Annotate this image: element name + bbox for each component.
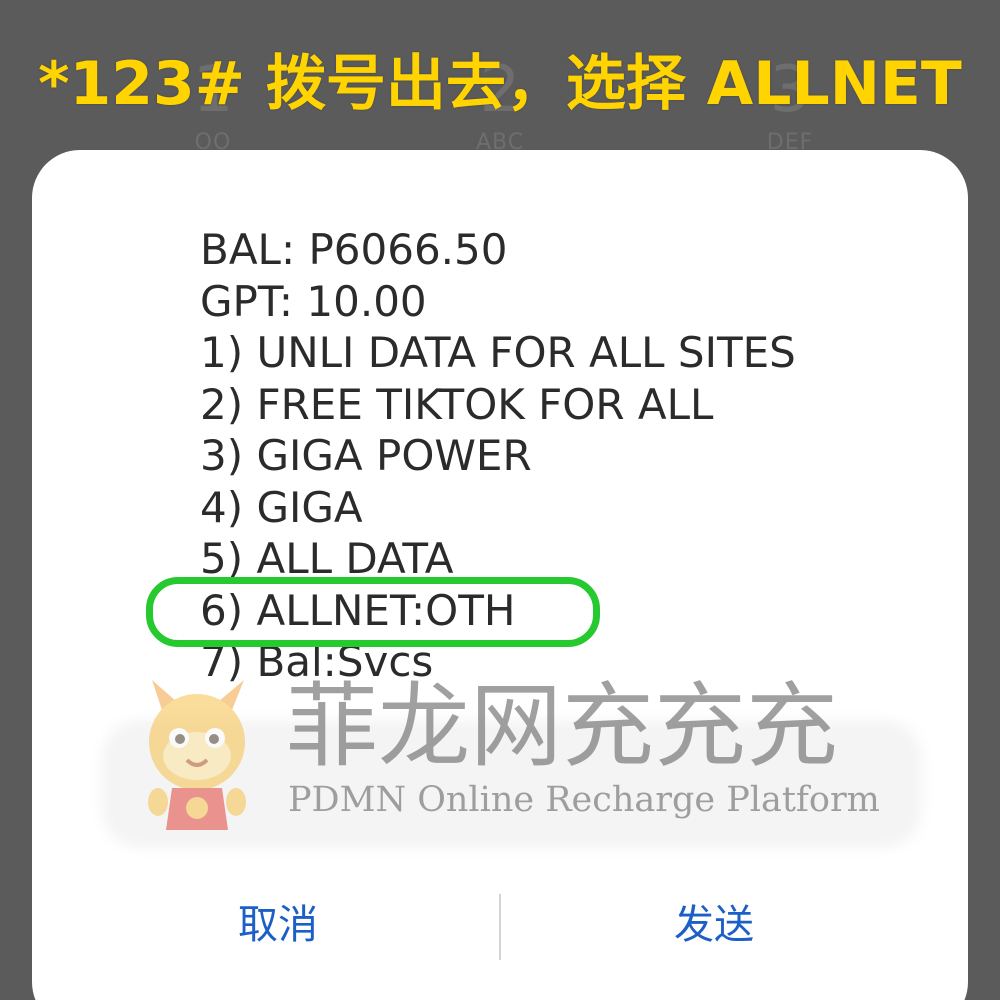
instruction-banner: *123# 拨号出去，选择 ALLNET [38,49,962,119]
dialog-button-row: 取消 发送 [32,880,968,970]
cancel-button[interactable]: 取消 [32,880,532,970]
button-divider [499,894,501,960]
watermark: 菲龙网充充充 PDMN Online Recharge Platform [82,673,922,850]
menu-option-1: 1) UNLI DATA FOR ALL SITES [200,328,796,377]
gpt-line: GPT: 10.00 [200,276,427,326]
watermark-band [102,720,922,848]
menu-option-4: 4) GIGA [200,482,363,532]
highlight-ring [146,577,600,647]
send-button[interactable]: 发送 [532,880,968,970]
watermark-title: 菲龙网充充充 [286,673,839,780]
balance-line: BAL: P6066.50 [200,225,508,274]
dragon-mascot-icon [148,680,246,830]
menu-option-2: 2) FREE TIKTOK FOR ALL [200,379,714,429]
ussd-dialog: BAL: P6066.50 GPT: 10.00 1) UNLI DATA FO… [32,150,968,1000]
menu-option-3: 3) GIGA POWER [200,431,532,480]
watermark-subtitle: PDMN Online Recharge Platform [288,780,880,820]
